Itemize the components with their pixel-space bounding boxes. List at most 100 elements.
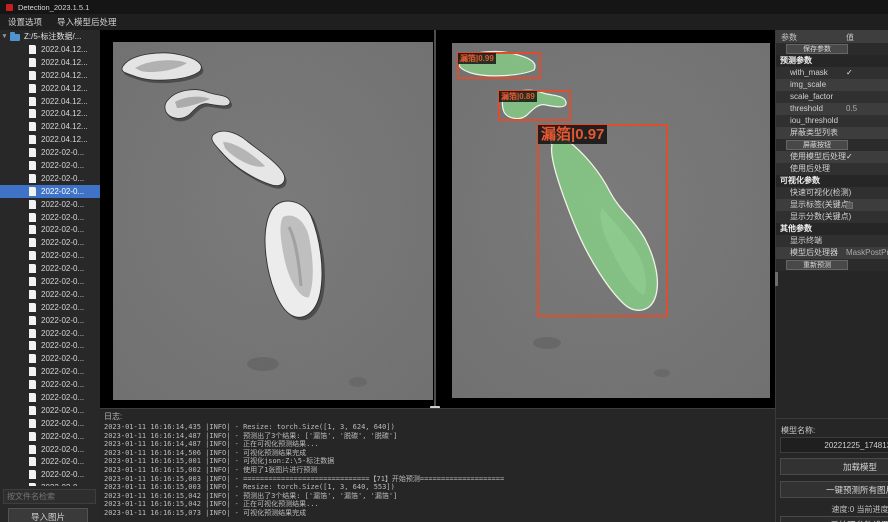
param-row[interactable]: 显示终端	[776, 235, 888, 247]
param-row[interactable]: 保存参数	[776, 43, 888, 55]
tree-file-item[interactable]: 2022.04.12...	[0, 107, 100, 120]
file-name: 2022-02-0...	[41, 354, 84, 363]
param-row[interactable]: scale_factor	[776, 91, 888, 103]
search-input[interactable]: 按文件名检索	[3, 489, 96, 504]
tree-root-folder[interactable]: ▼ Z:/5-标注数据/...	[0, 30, 100, 43]
parameters-header: 参数 值	[776, 30, 888, 43]
param-value[interactable]: MaskPostPro	[846, 247, 888, 259]
param-value[interactable]: 0.5	[846, 103, 857, 115]
tree-file-item[interactable]: 2022.04.12...	[0, 95, 100, 108]
tree-file-item[interactable]: 2022.04.12...	[0, 43, 100, 56]
menu-item-settings[interactable]: 设置选项	[8, 16, 42, 28]
original-image-canvas[interactable]	[113, 42, 433, 400]
file-name: 2022-02-0...	[41, 316, 84, 325]
tree-file-item[interactable]: 2022.04.12...	[0, 120, 100, 133]
tree-file-item[interactable]: 2022-02-0...	[0, 262, 100, 275]
tree-file-item[interactable]: 2022-02-0...	[0, 314, 100, 327]
tree-file-item[interactable]: 2022-02-0...	[0, 301, 100, 314]
tree-file-item[interactable]: 2022-02-0...	[0, 417, 100, 430]
file-icon	[29, 341, 36, 350]
log-line: 2023-01-11 16:16:15,073 |INFO| - 可视化预测结果…	[104, 509, 775, 518]
prediction-image-canvas[interactable]: 漏箔|0.99漏箔|0.89漏箔|0.97	[452, 43, 770, 398]
param-row[interactable]: threshold 0.5	[776, 103, 888, 115]
file-tree[interactable]: ▼ Z:/5-标注数据/... 2022.04.12...2022.04.12.…	[0, 30, 100, 486]
tree-file-item[interactable]: 2022-02-0...	[0, 146, 100, 159]
file-icon	[29, 393, 36, 402]
tree-file-item[interactable]: 2022-02-0...	[0, 275, 100, 288]
file-icon	[29, 58, 36, 67]
tree-file-item[interactable]: 2022.04.12...	[0, 69, 100, 82]
tree-file-item[interactable]: 2022-02-0...	[0, 223, 100, 236]
file-icon	[29, 225, 36, 234]
tree-file-item[interactable]: 2022-02-0...	[0, 159, 100, 172]
file-icon	[29, 135, 36, 144]
file-name: 2022.04.12...	[41, 71, 88, 80]
tree-file-item[interactable]: 2022-02-0...	[0, 198, 100, 211]
param-row[interactable]: 显示标签(关键点)	[776, 199, 888, 211]
tree-file-item[interactable]: 2022-02-0...	[0, 185, 100, 198]
tree-file-item[interactable]: 2022.04.12...	[0, 82, 100, 95]
caret-down-icon[interactable]: ▼	[0, 33, 9, 40]
param-button[interactable]: 重新预测	[786, 260, 848, 270]
tree-file-item[interactable]: 2022.04.12...	[0, 133, 100, 146]
load-model-button[interactable]: 加载模型	[780, 458, 888, 475]
file-name: 2022-02-0	[41, 483, 77, 486]
file-icon	[29, 445, 36, 454]
tree-file-item[interactable]: 2022-02-0	[0, 481, 100, 486]
tree-file-item[interactable]: 2022-02-0...	[0, 365, 100, 378]
param-button[interactable]: 保存参数	[786, 44, 848, 54]
file-icon	[29, 329, 36, 338]
file-name: 2022.04.12...	[41, 122, 88, 131]
file-name: 2022-02-0...	[41, 161, 84, 170]
tree-file-item[interactable]: 2022-02-0...	[0, 430, 100, 443]
param-row[interactable]: 使用后处理	[776, 163, 888, 175]
param-row[interactable]: img_scale	[776, 79, 888, 91]
tree-file-item[interactable]: 2022-02-0...	[0, 378, 100, 391]
file-icon	[29, 419, 36, 428]
tree-file-item[interactable]: 2022.04.12...	[0, 56, 100, 69]
checkmark-icon[interactable]: ✓	[846, 151, 853, 163]
menu-item-import-postprocess[interactable]: 导入模型后处理	[57, 16, 117, 28]
param-row[interactable]: 使用模型后处理✓	[776, 151, 888, 163]
tree-file-item[interactable]: 2022-02-0...	[0, 288, 100, 301]
param-row[interactable]: 快速可视化(检测)	[776, 187, 888, 199]
tree-file-item[interactable]: 2022-02-0...	[0, 327, 100, 340]
file-name: 2022-02-0...	[41, 419, 84, 428]
viewer-splitter[interactable]	[434, 30, 436, 408]
param-button[interactable]: 屏蔽按钮	[786, 140, 848, 150]
param-column-header: 参数	[781, 32, 797, 43]
param-row[interactable]: iou_threshold	[776, 115, 888, 127]
tree-file-item[interactable]: 2022-02-0...	[0, 249, 100, 262]
tree-file-item[interactable]: 2022-02-0...	[0, 352, 100, 365]
file-name: 2022-02-0...	[41, 341, 84, 350]
file-name: 2022.04.12...	[41, 97, 88, 106]
param-row[interactable]: 模型后处理器MaskPostPro	[776, 247, 888, 259]
log-panel[interactable]: 日志: 2023-01-11 16:16:14,435 |INFO| - Res…	[100, 408, 775, 522]
param-row[interactable]: with_mask✓	[776, 67, 888, 79]
tree-file-item[interactable]: 2022-02-0...	[0, 443, 100, 456]
tree-file-item[interactable]: 2022-02-0...	[0, 456, 100, 469]
tree-file-item[interactable]: 2022-02-0...	[0, 211, 100, 224]
param-name: threshold	[776, 104, 823, 113]
checkmark-icon[interactable]: ✓	[846, 67, 853, 79]
file-icon	[29, 380, 36, 389]
param-row[interactable]: 显示分数(关键点)	[776, 211, 888, 223]
tree-file-item[interactable]: 2022-02-0...	[0, 391, 100, 404]
predict-all-button[interactable]: 一键预测所有图片	[780, 481, 888, 498]
tree-file-item[interactable]: 2022-02-0...	[0, 468, 100, 481]
model-name-field[interactable]: 20221225_1748134	[780, 437, 888, 453]
param-row[interactable]: 重新预测	[776, 259, 888, 271]
file-icon	[29, 354, 36, 363]
import-image-button[interactable]: 导入图片	[8, 508, 88, 522]
file-icon	[29, 45, 36, 54]
checkbox[interactable]	[846, 202, 853, 209]
tree-file-item[interactable]: 2022-02-0...	[0, 236, 100, 249]
param-row[interactable]: 屏蔽类型列表	[776, 127, 888, 139]
postprocess-settings-button[interactable]: 后处理参数设置	[780, 516, 888, 522]
param-row[interactable]: 屏蔽按钮	[776, 139, 888, 151]
tree-file-item[interactable]: 2022-02-0...	[0, 404, 100, 417]
tree-file-item[interactable]: 2022-02-0...	[0, 339, 100, 352]
param-name: 显示标签(关键点)	[776, 200, 851, 209]
panel-scrollbar[interactable]	[775, 272, 778, 286]
tree-file-item[interactable]: 2022-02-0...	[0, 172, 100, 185]
